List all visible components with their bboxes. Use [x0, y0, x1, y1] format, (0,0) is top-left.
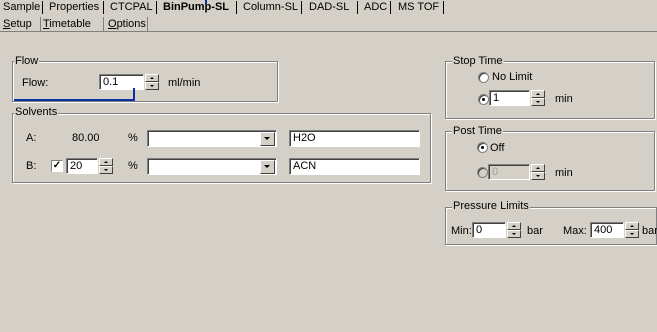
solvent-a-name-input[interactable]: H2O [289, 130, 420, 147]
solvents-group-title: Solvents [14, 106, 59, 118]
stop-time-unit: min [555, 93, 573, 105]
solvent-b-dropdown[interactable] [147, 158, 277, 175]
solvent-b-name-input[interactable]: ACN [289, 158, 420, 175]
pressure-min-unit: bar [527, 225, 543, 237]
module-tab-row: Sample Properties CTCPAL BinPump-SL Colu… [0, 0, 657, 15]
post-time-off-label: Off [490, 142, 505, 154]
tab-sample[interactable]: Sample [3, 0, 40, 15]
tab-properties[interactable]: Properties [49, 0, 99, 15]
flow-unit: ml/min [168, 77, 201, 89]
solvent-a-percent-symbol: % [128, 132, 138, 144]
post-time-input[interactable]: 0 [488, 164, 530, 180]
solvent-a-label: A: [26, 132, 37, 144]
solvent-b-label: B: [26, 160, 37, 172]
subtab-options-key: O [108, 18, 117, 30]
stop-time-value-radio[interactable] [478, 94, 489, 105]
solvent-b-percent-input[interactable]: 20 [66, 158, 98, 174]
tab-separator [301, 1, 302, 14]
chevron-down-icon[interactable] [260, 160, 275, 174]
pressure-max-spinner[interactable] [625, 222, 639, 238]
pressure-limits-group-title: Pressure Limits [452, 200, 530, 212]
spin-down-icon[interactable] [99, 166, 113, 174]
tab-adc[interactable]: ADC [364, 0, 387, 15]
spin-up-icon[interactable] [99, 158, 113, 166]
post-time-unit: min [555, 167, 573, 179]
tab-column-sl[interactable]: Column-SL [243, 0, 298, 15]
pressure-max-unit: bar [642, 225, 657, 237]
stop-time-no-limit-label: No Limit [492, 71, 533, 83]
tab-separator [443, 1, 444, 14]
flow-label: Flow: [22, 77, 49, 89]
tab-separator [156, 1, 157, 14]
spin-down-icon[interactable] [145, 82, 159, 90]
spin-down-icon[interactable] [531, 172, 545, 180]
tab-separator [103, 1, 104, 14]
spin-up-icon[interactable] [625, 222, 639, 230]
stop-time-input[interactable]: 1 [489, 90, 530, 106]
post-time-value-radio[interactable] [477, 167, 488, 178]
subtab-separator [40, 17, 41, 31]
stop-time-group [445, 61, 655, 119]
tab-separator [42, 1, 43, 14]
stop-time-no-limit-radio[interactable] [478, 72, 489, 83]
subtab-timetable[interactable]: Timetable [43, 17, 91, 31]
subtab-separator [103, 17, 104, 31]
post-time-group-title: Post Time [452, 125, 503, 137]
pressure-min-input[interactable]: 0 [472, 222, 506, 238]
subtab-setup-rest: etup [10, 18, 32, 30]
subtab-timetable-rest: imetable [49, 18, 91, 30]
spin-up-icon[interactable] [531, 90, 545, 98]
solvent-a-percent: 80.00 [72, 132, 100, 144]
post-time-group [445, 131, 655, 191]
pressure-min-spinner[interactable] [507, 222, 521, 238]
tab-separator [390, 1, 391, 14]
spin-down-icon[interactable] [531, 98, 545, 106]
pressure-max-label: Max: [563, 225, 587, 237]
pressure-max-input[interactable]: 400 [590, 222, 624, 238]
stop-time-spinner[interactable] [531, 90, 545, 106]
tab-separator [357, 1, 358, 14]
post-time-spinner[interactable] [531, 164, 545, 180]
subtab-baseline [0, 31, 657, 32]
spin-up-icon[interactable] [531, 164, 545, 172]
callout-line [205, 0, 207, 4]
solvent-b-spinner[interactable] [99, 158, 113, 174]
tab-separator [236, 1, 237, 14]
tab-dad-sl[interactable]: DAD-SL [309, 0, 349, 15]
tab-ctcpal[interactable]: CTCPAL [110, 0, 153, 15]
tab-ms-tof[interactable]: MS TOF [398, 0, 439, 15]
spin-up-icon[interactable] [507, 222, 521, 230]
subtab-setup[interactable]: Setup [3, 17, 32, 31]
flow-group-title: Flow [14, 55, 40, 67]
stop-time-group-title: Stop Time [452, 55, 504, 67]
spin-down-icon[interactable] [507, 230, 521, 238]
tab-binpump-sl[interactable]: BinPump-SL [163, 0, 229, 15]
flow-input[interactable]: 0.1 [99, 74, 144, 90]
solvent-b-checkbox[interactable]: ✓ [51, 160, 63, 172]
subtab-separator [147, 17, 148, 31]
chevron-down-icon[interactable] [260, 132, 275, 146]
spin-down-icon[interactable] [625, 230, 639, 238]
solvent-a-dropdown[interactable] [147, 130, 277, 147]
callout-line [14, 99, 135, 101]
pressure-min-label: Min: [451, 225, 472, 237]
solvent-b-percent-symbol: % [128, 160, 138, 172]
flow-spinner[interactable] [145, 74, 159, 90]
subtab-options[interactable]: Options [108, 17, 146, 31]
spin-up-icon[interactable] [145, 74, 159, 82]
post-time-off-radio[interactable] [477, 142, 488, 153]
subtab-options-rest: ptions [116, 18, 146, 30]
